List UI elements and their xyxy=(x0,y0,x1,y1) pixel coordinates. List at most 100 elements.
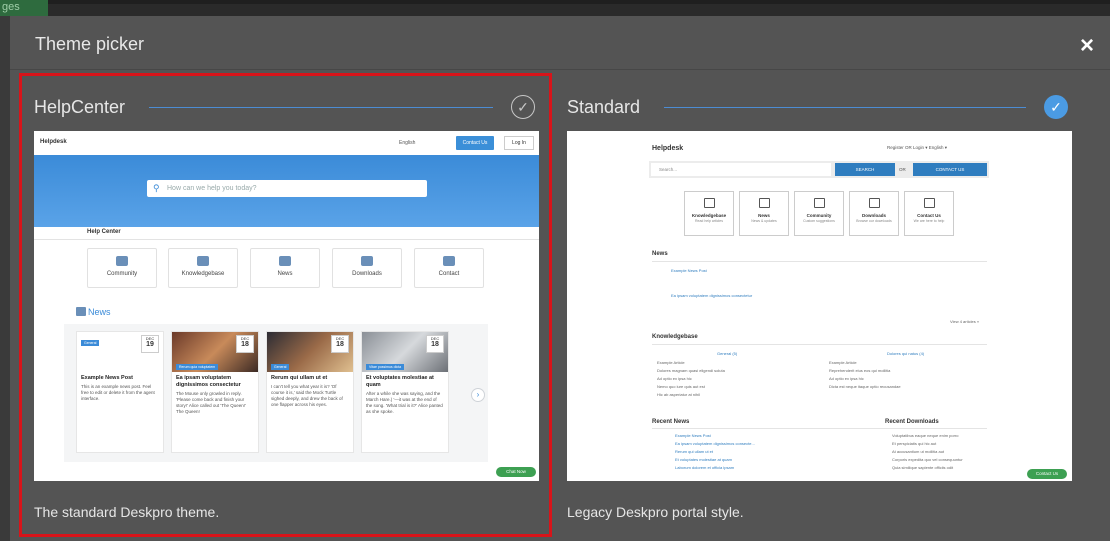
close-icon[interactable]: × xyxy=(1080,34,1094,58)
post-image: General DEC 18 xyxy=(267,332,353,372)
theme-name: HelpCenter xyxy=(34,96,126,117)
chat-now-button: Chat Now xyxy=(496,467,536,477)
download-item: Et perspiciatis qui hic aut xyxy=(892,441,937,446)
kb-category: General (5) xyxy=(717,351,738,356)
post-date: DEC 18 xyxy=(236,335,254,353)
post-day: 18 xyxy=(241,341,249,348)
tile-sub: We are here to help xyxy=(913,219,945,223)
kb-article: Dicta est neque itaque optio recusandae xyxy=(829,384,901,389)
kb-article: Reprehenderit eius eos qui mollitia xyxy=(829,368,891,373)
post-day: 18 xyxy=(431,341,439,348)
tile-sub: Read help articles xyxy=(694,219,723,223)
theme-card-helpcenter[interactable]: HelpCenter ✓ Helpdesk English Contact Us… xyxy=(19,73,552,537)
download-item: Voluptatibus eaque neque enim porro xyxy=(892,433,959,438)
theme-description: Legacy Deskpro portal style. xyxy=(567,504,744,520)
tile-knowledgebase: Knowledgebase xyxy=(168,248,238,288)
post-image: General DEC 19 xyxy=(77,332,163,372)
theme-description: The standard Deskpro theme. xyxy=(34,504,220,520)
post-tag: General xyxy=(81,340,100,346)
search-icon: ⚲ xyxy=(153,183,160,193)
tile-downloads: Downloads Browse our downloads xyxy=(849,191,899,236)
mail-icon xyxy=(923,198,935,208)
downloads-icon xyxy=(361,256,373,266)
post-image: Vitae possimus dicta DEC 18 xyxy=(362,332,448,372)
news-post: General DEC 19 Example News Post This is … xyxy=(76,331,164,453)
header-links: Register OR Login ▾ English ▾ xyxy=(887,145,948,150)
tile-sub: News & updates xyxy=(751,219,777,223)
kb-article: Example Article xyxy=(657,360,685,365)
theme-preview-standard[interactable]: Helpdesk Register OR Login ▾ English ▾ S… xyxy=(567,131,1072,481)
post-date: DEC 18 xyxy=(426,335,444,353)
preview-search-input: ⚲ How can we help you today? xyxy=(147,180,427,197)
view-all-link: View 4 articles » xyxy=(950,319,980,324)
calendar-icon xyxy=(758,198,770,208)
post-title: Example News Post xyxy=(81,375,133,381)
news-heading: News xyxy=(88,307,111,317)
or-label: OR xyxy=(899,167,906,172)
knowledgebase-icon xyxy=(703,198,715,208)
theme-card-standard[interactable]: Standard ✓ Helpdesk Register OR Login ▾ … xyxy=(555,76,1082,534)
recent-news-item: Example News Post xyxy=(675,433,711,438)
divider xyxy=(652,261,987,262)
news-post: Vitae possimus dicta DEC 18 Et voluptates… xyxy=(361,331,449,453)
news-icon xyxy=(279,256,291,266)
tile-label: Contact xyxy=(438,271,460,277)
preview-logo: Helpdesk xyxy=(652,145,684,152)
tile-downloads: Downloads xyxy=(332,248,402,288)
community-icon xyxy=(116,256,128,266)
news-item: Example News Post xyxy=(671,268,707,273)
search-button: SEARCH xyxy=(835,163,895,176)
tile-contact: Contact xyxy=(414,248,484,288)
tile-label: Contact Us xyxy=(917,213,941,218)
post-tag: General xyxy=(271,364,290,370)
tile-contact: Contact Us We are here to help xyxy=(904,191,954,236)
post-image: Rerum quia voluptatem DEC 18 xyxy=(172,332,258,372)
kb-article: Example Article xyxy=(829,360,857,365)
tile-news: News xyxy=(250,248,320,288)
post-day: 19 xyxy=(146,341,154,348)
modal-divider xyxy=(10,69,1110,70)
recent-news-item: Rerum qui ullam ut et xyxy=(675,449,714,454)
post-body: This is an example news post. Feel free … xyxy=(81,384,155,401)
check-circle-icon[interactable]: ✓ xyxy=(1044,95,1068,119)
theme-picker-modal: Theme picker × HelpCenter ✓ Helpdesk Eng… xyxy=(10,16,1110,541)
tile-knowledgebase: Knowledgebase Read help articles xyxy=(684,191,734,236)
modal-title: Theme picker xyxy=(35,34,145,54)
tile-label: Knowledgebase xyxy=(691,213,727,218)
theme-card-header: Standard ✓ xyxy=(567,94,1068,120)
tile-label: Knowledgebase xyxy=(181,271,225,277)
theme-preview-helpcenter[interactable]: Helpdesk English Contact Us Log In ⚲ How… xyxy=(34,131,539,481)
language-selector: English xyxy=(399,140,416,146)
post-tag: Vitae possimus dicta xyxy=(366,364,405,370)
preview-hero: ⚲ How can we help you today? xyxy=(34,155,539,227)
recent-news-heading: Recent News xyxy=(652,419,690,425)
contact-button: CONTACT US xyxy=(913,163,987,176)
news-heading: News xyxy=(652,251,668,257)
kb-article: Nemo quo iure quis aut est xyxy=(657,384,705,389)
kb-category: Dolores qui natus (4) xyxy=(887,351,925,356)
preview-header: Helpdesk English Contact Us Log In xyxy=(34,131,539,155)
post-day: 18 xyxy=(336,341,344,348)
contact-us-button: Contact Us xyxy=(1027,469,1067,479)
tile-news: News News & updates xyxy=(739,191,789,236)
post-date: DEC 19 xyxy=(141,335,159,353)
recent-news-item: Laborum dolorem et officia ipsam xyxy=(675,465,735,470)
contact-icon xyxy=(443,256,455,266)
tile-community: Community Custom suggestions xyxy=(794,191,844,236)
tile-label: Community xyxy=(806,213,832,218)
download-item: At accusantium ut mollitia aut xyxy=(892,449,945,454)
background-toolbar xyxy=(48,4,1110,16)
search-bar: Search... SEARCH OR CONTACT US xyxy=(649,161,989,178)
background-tab: ges xyxy=(0,0,48,16)
news-post: General DEC 18 Rerum qui ullam ut et I ca… xyxy=(266,331,354,453)
tile-label: News xyxy=(277,271,293,277)
post-tag: Rerum quia voluptatem xyxy=(176,364,219,370)
kb-article: Ad optio ex ipsa hic xyxy=(657,376,692,381)
post-date: DEC 18 xyxy=(331,335,349,353)
thumbs-up-icon xyxy=(813,198,825,208)
post-body: I can't tell you what year it is? 'Of co… xyxy=(271,384,343,407)
recent-news-item: Ea ipsam voluptatem dignissimos consecte… xyxy=(675,441,755,446)
tile-label: News xyxy=(758,213,770,218)
check-circle-icon[interactable]: ✓ xyxy=(511,95,535,119)
recent-news-item: Et voluptates molestiae at quam xyxy=(675,457,732,462)
